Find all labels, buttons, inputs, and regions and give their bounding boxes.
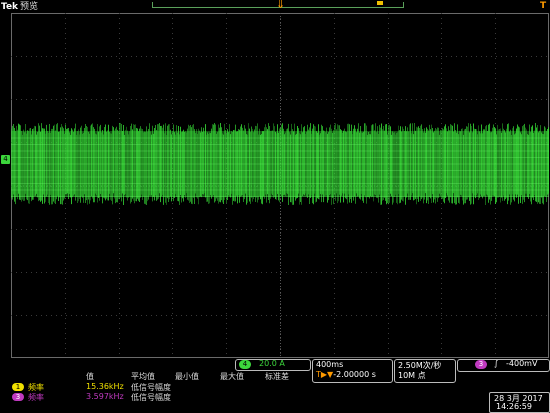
header-min: 最小值 [175, 372, 199, 381]
measurement-source-badge: 1 [12, 383, 24, 391]
delay-icon: T▶▼ [316, 370, 334, 379]
record-length: 10M 点 [398, 371, 426, 380]
trigger-marker-icon: T [540, 1, 547, 11]
oscilloscope-screen: Tek 预览 ⇓ T 4 4 20.0 A 400ms T▶▼-2.00000 s… [0, 0, 550, 413]
ch4-badge: 4 [239, 360, 251, 369]
header-stddev: 标准差 [265, 372, 289, 381]
measurement-value: 3.597kHz [86, 392, 124, 401]
timebase-delay: T▶▼-2.00000 s [316, 370, 376, 379]
ch4-ground-marker[interactable]: 4 [1, 155, 10, 164]
measurement-headers: 值 平均值 最小值 最大值 标准差 [0, 371, 310, 381]
measurement-row[interactable]: 1 频率 15.36kHz 低信号幅度 [0, 382, 310, 392]
measurement-status: 低信号幅度 [131, 393, 171, 402]
top-status-bar: Tek 预览 ⇓ T [0, 0, 550, 12]
ch4-scale-panel[interactable]: 4 20.0 A [235, 359, 311, 371]
trigger-panel[interactable]: 3 ∫ -400mV [457, 359, 550, 372]
acquisition-mode: 预览 [20, 2, 39, 12]
trigger-position-icon[interactable]: ⇓ [276, 0, 285, 10]
delay-value: -2.00000 s [333, 370, 376, 379]
trigger-source-badge: 3 [475, 360, 487, 369]
brand-label: Tek 预览 [1, 0, 38, 12]
waveform-graticule[interactable] [11, 13, 549, 358]
timebase-panel[interactable]: 400ms T▶▼-2.00000 s [312, 359, 393, 383]
datetime-box: 28 3月 2017 14:26:59 [489, 392, 550, 413]
measurement-row[interactable]: 3 频率 3.597kHz 低信号幅度 [0, 392, 310, 402]
time-text: 14:26:59 [496, 402, 532, 411]
acquisition-panel[interactable]: 2.50M次/秒 10M 点 [394, 359, 456, 383]
header-mean: 平均值 [131, 372, 155, 381]
readout-area: 4 20.0 A 400ms T▶▼-2.00000 s 2.50M次/秒 10… [0, 359, 550, 413]
timebase-scale: 400ms [316, 360, 344, 369]
record-view-window[interactable] [377, 1, 383, 5]
trigger-slope-icon: ∫ [494, 359, 499, 368]
brand-name: Tek [1, 2, 19, 12]
measurement-name: 频率 [28, 393, 44, 402]
measurement-source-badge: 3 [12, 393, 24, 401]
ch4-waveform-trace [11, 123, 549, 205]
header-max: 最大值 [220, 372, 244, 381]
ch4-scale-value: 20.0 A [259, 359, 285, 368]
trigger-level: -400mV [506, 359, 538, 368]
measurement-value: 15.36kHz [86, 382, 124, 391]
header-value: 值 [86, 372, 94, 381]
